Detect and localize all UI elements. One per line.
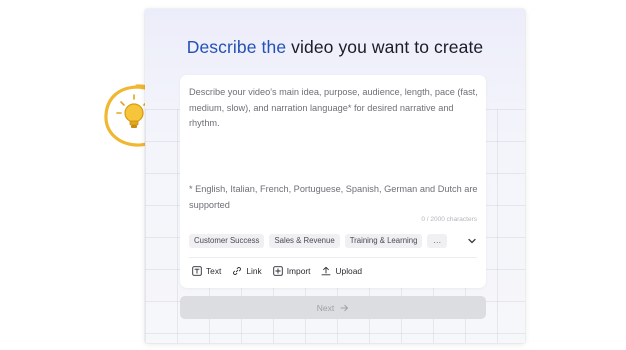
page-title: Describe the video you want to create — [145, 37, 525, 58]
link-icon — [232, 266, 242, 276]
prompt-input[interactable]: Describe your video's main idea, purpose… — [189, 85, 481, 132]
text-label: Text — [206, 266, 222, 276]
category-chips: Customer Success Sales & Revenue Trainin… — [189, 234, 452, 248]
chip-sales-revenue[interactable]: Sales & Revenue — [269, 234, 340, 248]
next-button[interactable]: Next — [180, 296, 486, 319]
video-prompt-panel: Describe the video you want to create De… — [145, 9, 525, 343]
char-counter: 0 / 2000 characters — [421, 216, 477, 223]
chip-training-learning[interactable]: Training & Learning — [344, 234, 423, 248]
upload-icon — [321, 266, 331, 276]
title-rest: video you want to create — [286, 37, 484, 57]
upload-button[interactable]: Upload — [321, 266, 362, 276]
arrow-right-icon — [340, 304, 349, 312]
link-button[interactable]: Link — [232, 266, 262, 276]
link-label: Link — [246, 266, 262, 276]
chip-customer-success[interactable]: Customer Success — [189, 234, 265, 248]
import-label: Import — [286, 266, 311, 276]
import-icon — [272, 266, 283, 276]
input-toolbar: Text Link Import Upload — [192, 262, 373, 280]
next-label: Next — [316, 302, 335, 313]
expand-chips-button[interactable] — [467, 235, 477, 247]
toolbar-divider — [189, 257, 477, 258]
text-button[interactable]: Text — [192, 266, 221, 276]
chip-more[interactable]: ... — [427, 234, 448, 248]
title-accent: Describe the — [186, 37, 287, 57]
import-button[interactable]: Import — [272, 266, 311, 276]
chevron-down-icon — [468, 238, 476, 244]
upload-label: Upload — [335, 266, 363, 276]
language-note: * English, Italian, French, Portuguese, … — [189, 184, 478, 210]
text-icon — [192, 266, 202, 276]
prompt-card: Describe your video's main idea, purpose… — [180, 75, 486, 288]
